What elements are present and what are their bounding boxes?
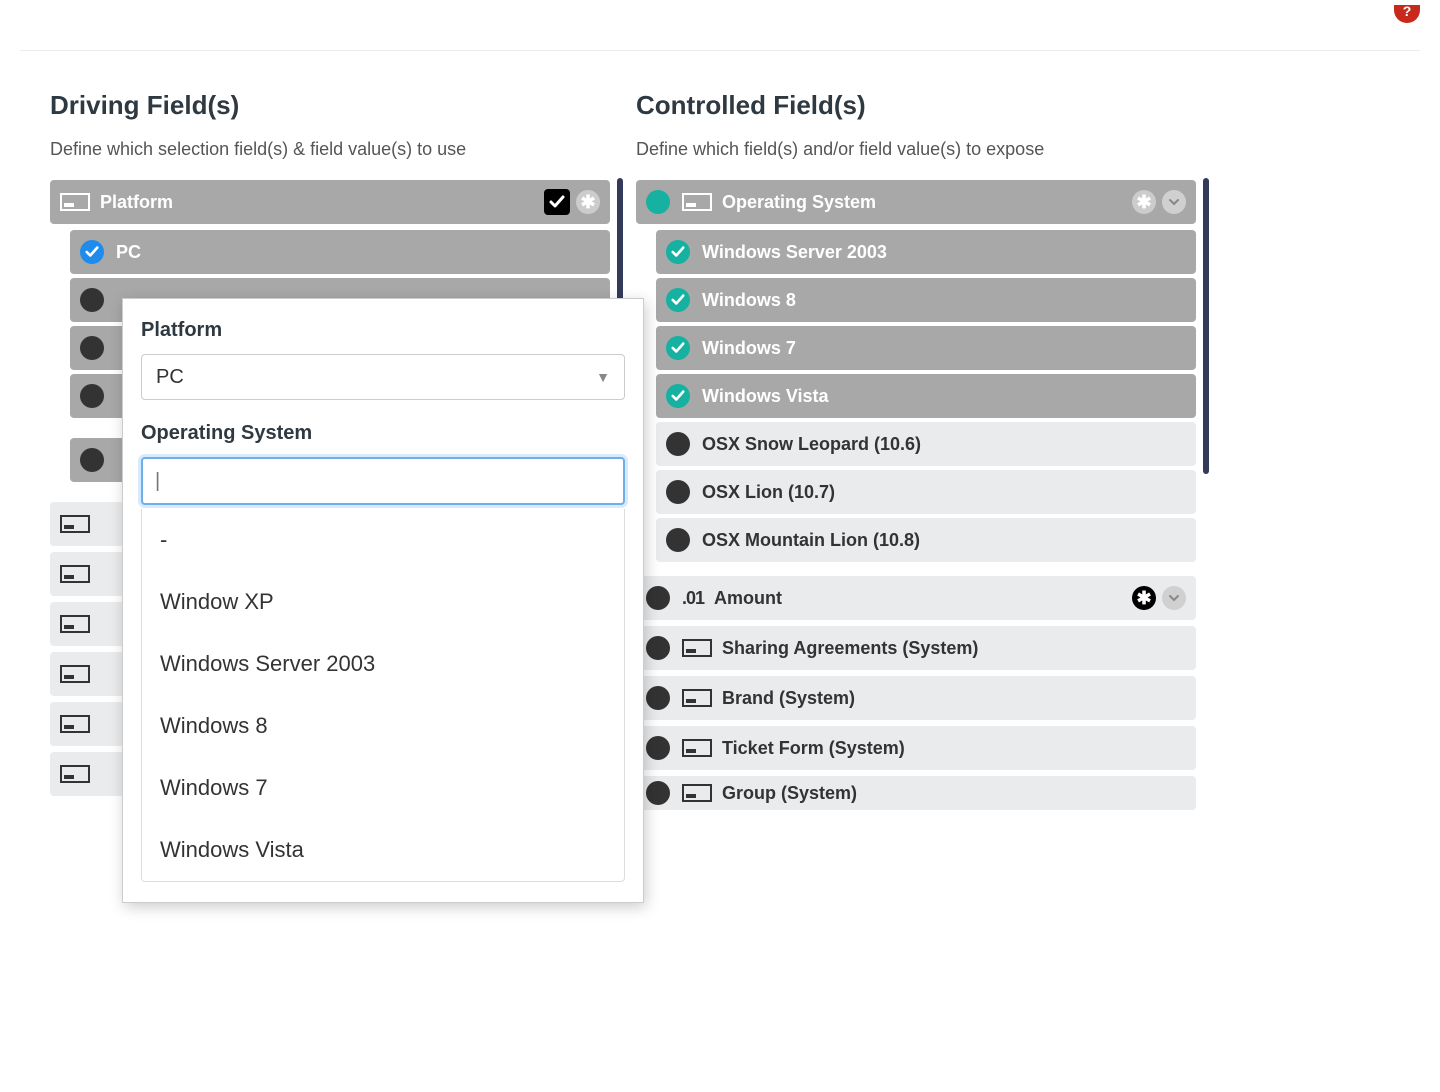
os-value-label: Windows Vista: [702, 386, 1186, 407]
dropdown-field-icon: [60, 715, 90, 733]
dropdown-field-icon: [682, 193, 712, 211]
os-value-label: OSX Snow Leopard (10.6): [702, 434, 1186, 455]
dot-icon: [646, 190, 670, 214]
dropdown-field-icon: [682, 784, 712, 802]
dot-icon: [646, 686, 670, 710]
os-value-label: Windows 7: [702, 338, 1186, 359]
check-icon: [666, 288, 690, 312]
pc-label: PC: [116, 242, 600, 263]
controlled-scrollbar[interactable]: [1203, 178, 1209, 474]
decimal-field-icon: .01: [682, 588, 704, 609]
dot-icon: [80, 384, 104, 408]
controlled-field-amount[interactable]: .01 Amount ✱: [636, 576, 1196, 620]
check-icon: [666, 336, 690, 360]
check-icon: [80, 240, 104, 264]
dropdown-field-icon: [60, 665, 90, 683]
dot-icon: [646, 736, 670, 760]
help-icon[interactable]: ?: [1394, 5, 1420, 23]
os-value-label: OSX Lion (10.7): [702, 482, 1186, 503]
controlled-field-row[interactable]: Ticket Form (System): [636, 726, 1196, 770]
os-value-label: Windows 8: [702, 290, 1186, 311]
filter-popup: Platform PC ▼ Operating System - Window …: [122, 298, 644, 903]
popup-platform-value: PC: [156, 366, 184, 389]
dot-icon: [80, 448, 104, 472]
platform-checkbox[interactable]: [544, 189, 570, 215]
check-icon: [666, 240, 690, 264]
os-label: Operating System: [722, 192, 1132, 213]
dot-icon: [666, 480, 690, 504]
field-label: Group (System): [722, 783, 1186, 804]
controlled-field-row[interactable]: Brand (System): [636, 676, 1196, 720]
os-value-row[interactable]: Windows 7: [656, 326, 1196, 370]
field-label: Sharing Agreements (System): [722, 638, 1186, 659]
os-value-row[interactable]: OSX Mountain Lion (10.8): [656, 518, 1196, 562]
dot-icon: [666, 432, 690, 456]
platform-label: Platform: [100, 192, 544, 213]
driving-field-platform-header[interactable]: Platform ✱: [50, 180, 610, 224]
controlled-panel: Controlled Field(s) Define which field(s…: [636, 90, 1196, 810]
controlled-field-row[interactable]: Sharing Agreements (System): [636, 626, 1196, 670]
popup-os-option[interactable]: -: [142, 509, 624, 571]
controlled-field-row[interactable]: Group (System): [636, 776, 1196, 810]
popup-os-option[interactable]: Window XP: [142, 571, 624, 633]
controlled-title: Controlled Field(s): [636, 90, 1196, 121]
dot-icon: [666, 528, 690, 552]
dropdown-field-icon: [682, 689, 712, 707]
required-asterisk-icon: ✱: [1132, 586, 1156, 610]
dropdown-field-icon: [60, 615, 90, 633]
amount-label: Amount: [714, 588, 1132, 609]
os-value-row[interactable]: Windows Server 2003: [656, 230, 1196, 274]
popup-os-option[interactable]: Windows Vista: [142, 819, 624, 881]
field-label: Brand (System): [722, 688, 1186, 709]
dot-icon: [80, 336, 104, 360]
dropdown-field-icon: [60, 765, 90, 783]
popup-platform-select[interactable]: PC ▼: [141, 354, 625, 400]
os-value-row[interactable]: OSX Lion (10.7): [656, 470, 1196, 514]
dot-icon: [646, 636, 670, 660]
os-value-label: OSX Mountain Lion (10.8): [702, 530, 1186, 551]
controlled-field-os-header[interactable]: Operating System ✱: [636, 180, 1196, 224]
dropdown-field-icon: [60, 193, 90, 211]
os-value-row[interactable]: OSX Snow Leopard (10.6): [656, 422, 1196, 466]
controlled-subtitle: Define which field(s) and/or field value…: [636, 139, 1196, 160]
popup-os-input[interactable]: [141, 457, 625, 505]
os-value-label: Windows Server 2003: [702, 242, 1186, 263]
popup-os-options: - Window XP Windows Server 2003 Windows …: [141, 509, 625, 882]
field-label: Ticket Form (System): [722, 738, 1186, 759]
dropdown-field-icon: [682, 639, 712, 657]
dot-icon: [80, 288, 104, 312]
dot-icon: [646, 586, 670, 610]
driving-title: Driving Field(s): [50, 90, 610, 121]
dot-icon: [646, 781, 670, 805]
check-icon: [666, 384, 690, 408]
dropdown-field-icon: [60, 565, 90, 583]
os-value-row[interactable]: Windows 8: [656, 278, 1196, 322]
chevron-down-icon[interactable]: [1162, 190, 1186, 214]
popup-os-option[interactable]: Windows 8: [142, 695, 624, 757]
popup-os-option[interactable]: Windows Server 2003: [142, 633, 624, 695]
popup-os-label: Operating System: [141, 422, 625, 445]
platform-value-pc[interactable]: PC: [70, 230, 610, 274]
popup-platform-label: Platform: [141, 319, 625, 342]
required-asterisk-icon: ✱: [1132, 190, 1156, 214]
divider: [20, 50, 1420, 51]
chevron-down-icon[interactable]: [1162, 586, 1186, 610]
dropdown-field-icon: [60, 515, 90, 533]
chevron-down-icon: ▼: [596, 369, 610, 385]
dropdown-field-icon: [682, 739, 712, 757]
os-value-row[interactable]: Windows Vista: [656, 374, 1196, 418]
driving-subtitle: Define which selection field(s) & field …: [50, 139, 610, 160]
required-asterisk-icon: ✱: [576, 190, 600, 214]
popup-os-option[interactable]: Windows 7: [142, 757, 624, 819]
